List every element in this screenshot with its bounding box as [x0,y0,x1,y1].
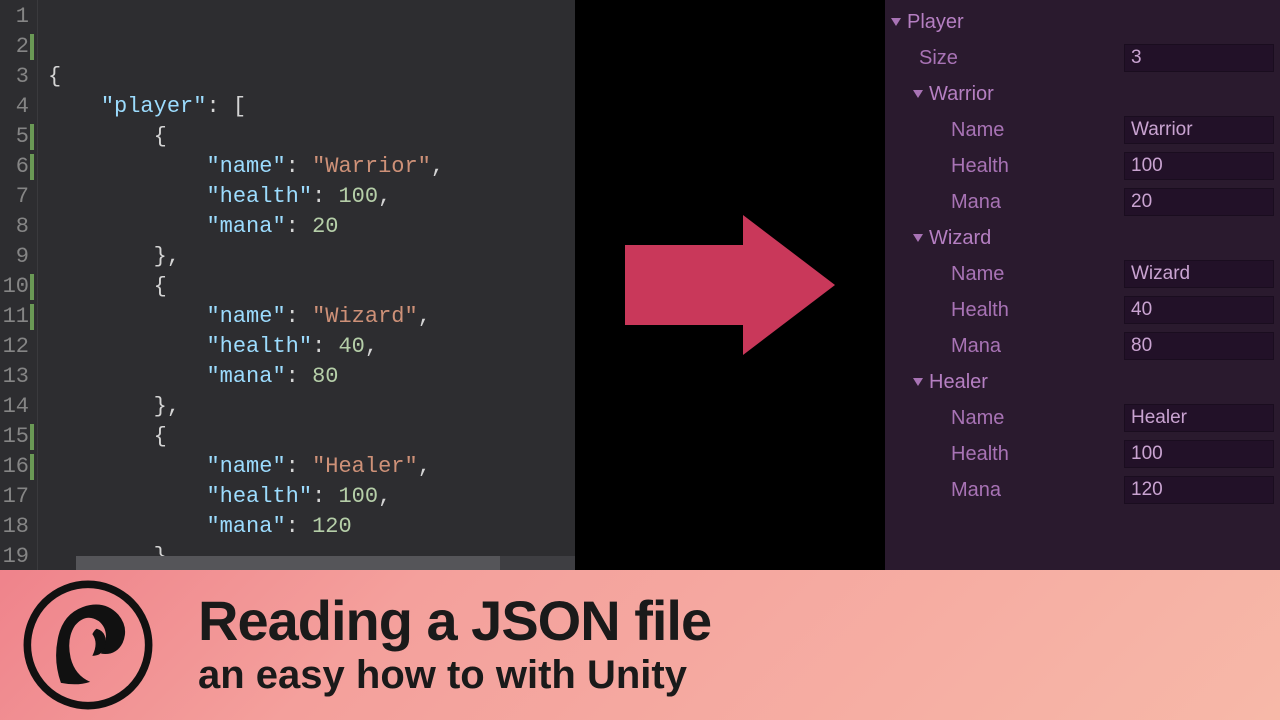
inspector-health-label: Health [891,443,1056,466]
code-body[interactable]: { "player": [ { "name": "Warrior", "heal… [38,0,575,570]
inspector-player-label: Player [907,11,964,34]
inspector-mana-label: Mana [891,479,1056,502]
inspector-item-header: Wizard [929,227,991,250]
inspector-health-label: Health [891,155,1056,178]
banner-subtitle: an easy how to with Unity [198,653,711,698]
inspector-mana-field[interactable]: 20 [1124,188,1274,216]
inspector-name-field[interactable]: Healer [1124,404,1274,432]
inspector-size-field[interactable]: 3 [1124,44,1274,72]
foldout-icon[interactable] [891,18,901,26]
channel-logo-icon [18,575,158,715]
inspector-health-field[interactable]: 40 [1124,296,1274,324]
unity-inspector[interactable]: Player Size 3 Warrior Name Warrior Health 100 Ma… [885,0,1280,570]
inspector-item-header: Warrior [929,83,994,106]
foldout-icon[interactable] [913,234,923,242]
inspector-health-label: Health [891,299,1056,322]
inspector-name-field[interactable]: Wizard [1124,260,1274,288]
foldout-icon[interactable] [913,378,923,386]
arrow-right-icon [625,215,835,355]
code-editor[interactable]: 12345678910111213141516171819 { "player"… [0,0,575,570]
inspector-size-label: Size [891,47,1056,70]
inspector-mana-label: Mana [891,191,1056,214]
line-number-gutter: 12345678910111213141516171819 [0,0,38,570]
inspector-name-label: Name [891,119,1056,142]
inspector-name-field[interactable]: Warrior [1124,116,1274,144]
inspector-health-field[interactable]: 100 [1124,152,1274,180]
inspector-item-header: Healer [929,371,988,394]
inspector-health-field[interactable]: 100 [1124,440,1274,468]
inspector-mana-field[interactable]: 80 [1124,332,1274,360]
title-banner: Reading a JSON file an easy how to with … [0,570,1280,720]
inspector-mana-field[interactable]: 120 [1124,476,1274,504]
horizontal-scrollbar[interactable] [76,556,575,570]
foldout-icon[interactable] [913,90,923,98]
transition-panel [575,0,885,570]
inspector-name-label: Name [891,407,1056,430]
banner-title: Reading a JSON file [198,593,711,649]
inspector-mana-label: Mana [891,335,1056,358]
inspector-name-label: Name [891,263,1056,286]
